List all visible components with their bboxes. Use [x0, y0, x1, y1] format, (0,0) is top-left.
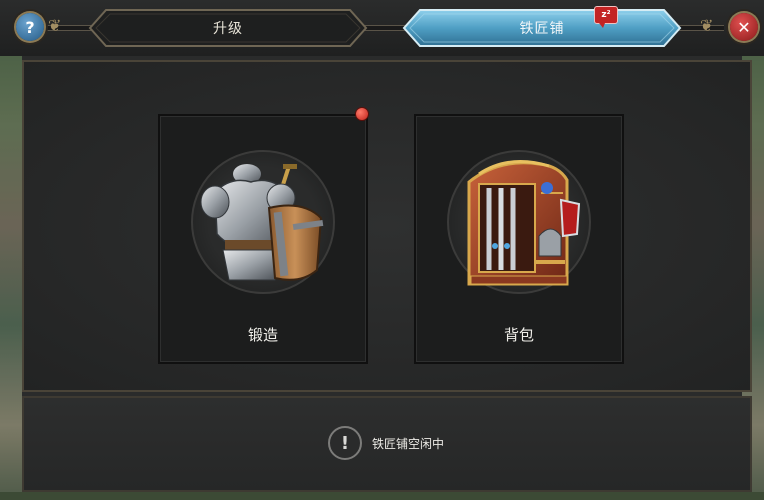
alert-dot-icon: [356, 108, 368, 120]
backpack-icon-frame: [447, 150, 591, 294]
main-panel: 锻造 背包: [22, 60, 752, 392]
status-text: 铁匠铺空闲中: [372, 436, 445, 451]
tab-upgrade-label: 升级: [213, 21, 243, 37]
status-bar: ! 铁匠铺空闲中: [22, 396, 752, 492]
ornament-right-icon: ❦: [700, 16, 714, 35]
help-button[interactable]: ?: [16, 13, 44, 41]
ornament-left-icon: ❦: [48, 16, 62, 35]
top-bar: ? ❦ 升级 铁匠铺 z² ❦ ✕: [0, 0, 764, 56]
close-button[interactable]: ✕: [730, 13, 758, 41]
sleep-badge-icon: z²: [594, 6, 618, 28]
forge-icon-frame: [191, 150, 335, 294]
status-message: ! 铁匠铺空闲中: [328, 426, 444, 460]
forge-label: 锻造: [247, 326, 278, 344]
background-bottom-strip: [0, 492, 764, 500]
armor-shield-icon: [200, 164, 324, 281]
question-icon: ?: [25, 17, 35, 37]
backpack-card[interactable]: 背包: [414, 114, 624, 364]
tab-smithy[interactable]: 铁匠铺: [402, 8, 682, 48]
weapon-rack-icon: [467, 160, 581, 286]
tab-upgrade[interactable]: 升级: [88, 8, 368, 48]
background-edge-left: [0, 0, 22, 500]
close-icon: ✕: [737, 17, 751, 37]
tab-smithy-label: 铁匠铺: [519, 21, 565, 37]
exclamation-icon: !: [328, 426, 362, 460]
forge-card[interactable]: 锻造: [158, 114, 368, 364]
backpack-label: 背包: [503, 326, 534, 344]
